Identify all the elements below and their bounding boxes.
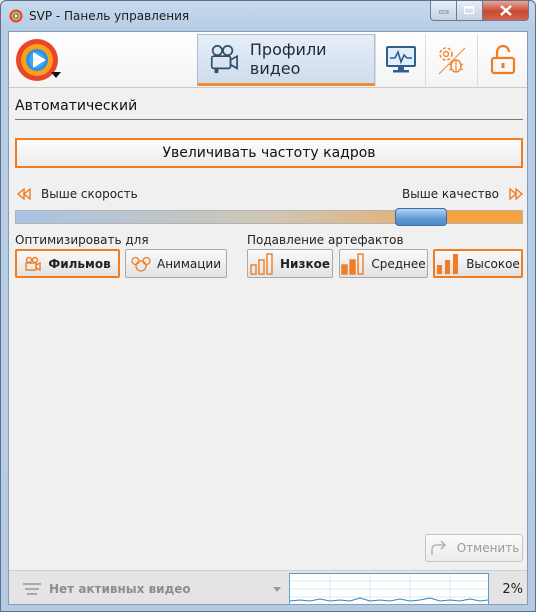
optimize-movies-button[interactable]: Фильмов bbox=[15, 249, 120, 278]
artifact-suppression-label: Подавление артефактов bbox=[247, 233, 404, 247]
cpu-load-graph bbox=[289, 573, 489, 604]
menu-lines-icon bbox=[23, 583, 41, 595]
monitor-icon bbox=[385, 46, 416, 73]
higher-quality-label: Выше качество bbox=[402, 187, 499, 201]
video-camera-icon bbox=[25, 256, 42, 271]
speed-label-group[interactable]: Выше скорость bbox=[17, 187, 138, 201]
higher-speed-label: Выше скорость bbox=[41, 187, 138, 201]
tab-video-profiles-label: Профили видео bbox=[249, 40, 327, 78]
minimize-button[interactable] bbox=[430, 1, 457, 21]
video-camera-icon bbox=[210, 45, 238, 74]
tab-video-profiles[interactable]: Профили видео bbox=[197, 34, 375, 86]
title-bar[interactable]: SVP - Панель управления bbox=[1, 1, 535, 31]
toolbar: Профили видео bbox=[9, 32, 527, 88]
window-title: SVP - Панель управления bbox=[29, 9, 190, 23]
control-panel: Профили видео Автоматический Увеличивать… bbox=[8, 31, 528, 605]
bars-icon bbox=[341, 252, 365, 275]
optimize-animation-button[interactable]: Анимации bbox=[125, 249, 227, 278]
optimize-movies-label: Фильмов bbox=[48, 256, 111, 271]
maximize-icon bbox=[464, 6, 475, 15]
close-button[interactable] bbox=[483, 1, 529, 21]
cpu-graph-plot bbox=[289, 574, 489, 604]
quality-speed-slider[interactable] bbox=[15, 208, 523, 226]
caption-buttons bbox=[430, 1, 529, 21]
cpu-percent: 2% bbox=[502, 582, 523, 597]
artifacts-medium-button[interactable]: Среднее bbox=[339, 249, 428, 278]
optimize-for-label: Оптимизировать для bbox=[15, 233, 149, 247]
quality-label-group[interactable]: Выше качество bbox=[402, 187, 523, 201]
close-icon bbox=[499, 5, 512, 16]
artifacts-high-label: Высокое bbox=[466, 256, 520, 271]
fast-forward-icon bbox=[509, 188, 523, 200]
artifacts-medium-label: Среднее bbox=[371, 256, 426, 271]
tab-settings[interactable] bbox=[425, 34, 475, 86]
profile-name[interactable]: Автоматический bbox=[15, 98, 137, 114]
svp-menu-button[interactable] bbox=[13, 36, 65, 86]
artifacts-low-button[interactable]: Низкое bbox=[247, 249, 333, 278]
mouse-ears-icon bbox=[131, 256, 151, 272]
slider-thumb[interactable] bbox=[395, 208, 447, 226]
increase-frame-rate-button[interactable]: Увеличивать частоту кадров bbox=[15, 138, 523, 168]
slider-fill bbox=[447, 211, 522, 223]
bars-icon bbox=[437, 253, 459, 274]
active-video-status[interactable]: Нет активных видео bbox=[49, 582, 191, 596]
unlock-icon bbox=[490, 44, 515, 75]
svp-logo-icon bbox=[16, 39, 61, 81]
bars-icon bbox=[250, 252, 273, 275]
status-bar: Нет активных видео 2% bbox=[9, 570, 527, 604]
rewind-icon bbox=[17, 188, 31, 200]
artifacts-high-button[interactable]: Высокое bbox=[433, 249, 523, 278]
profile-divider bbox=[15, 119, 523, 120]
app-icon bbox=[9, 9, 23, 23]
redo-arrow-icon bbox=[430, 540, 446, 555]
optimize-animation-label: Анимации bbox=[156, 256, 222, 271]
app-window: SVP - Панель управления Профили видео Ав… bbox=[0, 0, 536, 612]
undo-button[interactable]: Отменить bbox=[425, 534, 523, 562]
settings-bug-icon bbox=[438, 47, 465, 75]
tab-lock[interactable] bbox=[477, 34, 527, 86]
chevron-down-icon[interactable] bbox=[273, 587, 281, 592]
minimize-icon bbox=[438, 10, 448, 13]
tab-monitor[interactable] bbox=[375, 34, 425, 86]
maximize-button[interactable] bbox=[457, 1, 483, 21]
undo-label: Отменить bbox=[456, 541, 520, 555]
artifacts-low-label: Низкое bbox=[280, 256, 330, 271]
